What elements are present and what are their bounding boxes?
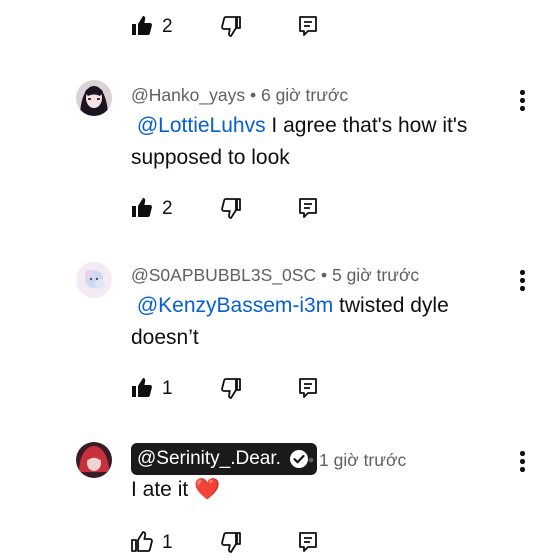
reply-icon[interactable]	[296, 14, 320, 38]
comment-meta: @S0APBUBBL3S_0SC • 5 giờ trước	[131, 265, 419, 286]
author-handle: @Serinity_.Dear.	[137, 448, 281, 469]
avatar[interactable]	[76, 442, 112, 478]
action-row-top: 2	[0, 4, 560, 44]
separator: •	[308, 450, 315, 470]
author-handle[interactable]: @S0APBUBBL3S_0SC	[131, 265, 316, 285]
like-count: 1	[162, 378, 173, 399]
verified-check-icon	[289, 450, 308, 468]
more-options-icon[interactable]	[512, 88, 532, 114]
like-icon[interactable]	[130, 14, 154, 38]
reply-icon[interactable]	[296, 530, 320, 554]
more-options-icon[interactable]	[512, 449, 532, 475]
separator: •	[249, 85, 257, 105]
timestamp: 1 giờ trước	[319, 450, 407, 470]
dislike-icon[interactable]	[219, 14, 243, 38]
action-row: 1	[0, 366, 560, 406]
like-count: 2	[162, 198, 173, 219]
comment-text: I ate it ❤️	[131, 474, 501, 506]
like-count: 2	[162, 16, 173, 37]
reply-icon[interactable]	[296, 196, 320, 220]
action-row: 2	[0, 186, 560, 226]
avatar[interactable]	[76, 80, 112, 116]
avatar[interactable]	[76, 262, 112, 298]
timestamp: 6 giờ trước	[260, 85, 349, 105]
creator-handle-chip[interactable]: @Serinity_.Dear.	[131, 443, 317, 475]
dislike-icon[interactable]	[219, 376, 243, 400]
comment-body: I ate it ❤️	[131, 478, 221, 501]
reply-icon[interactable]	[296, 376, 320, 400]
mention-link[interactable]: @KenzyBassem-i3m	[137, 294, 333, 317]
comment-meta: @Hanko_yays • 6 giờ trước	[131, 85, 348, 106]
comment-meta: • 1 giờ trước	[308, 450, 406, 471]
like-icon[interactable]	[130, 376, 154, 400]
dislike-icon[interactable]	[219, 196, 243, 220]
like-icon[interactable]	[130, 196, 154, 220]
like-icon[interactable]	[130, 530, 154, 554]
comment-text: @KenzyBassem-i3m twisted dyle doesn’t	[131, 290, 501, 354]
comment-text: @LottieLuhvs I agree that's how it's sup…	[131, 110, 501, 174]
separator: •	[320, 265, 328, 285]
more-options-icon[interactable]	[512, 268, 532, 294]
timestamp: 5 giờ trước	[331, 265, 420, 285]
action-row: 1	[0, 520, 560, 560]
mention-link[interactable]: @LottieLuhvs	[137, 114, 266, 137]
like-count: 1	[162, 532, 173, 553]
author-handle[interactable]: @Hanko_yays	[131, 85, 245, 105]
dislike-icon[interactable]	[219, 530, 243, 554]
